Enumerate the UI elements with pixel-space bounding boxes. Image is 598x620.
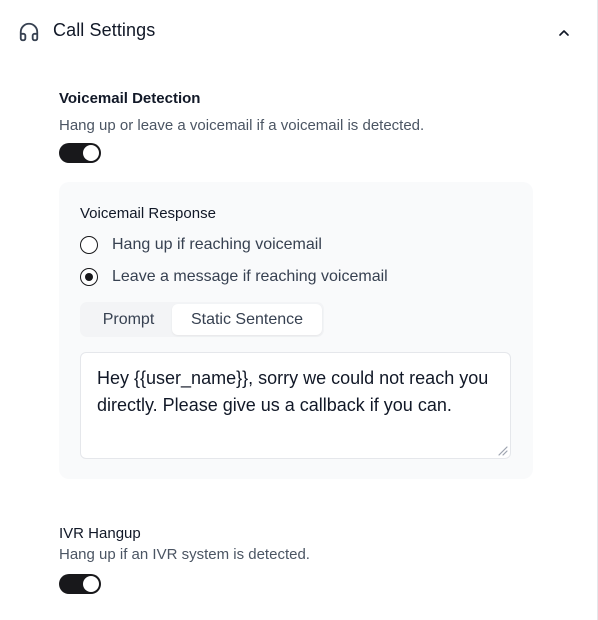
voicemail-detection-description: Hang up or leave a voicemail if a voicem…: [59, 117, 425, 134]
call-settings-header[interactable]: Call Settings: [0, 0, 597, 64]
ivr-hangup-description: Hang up if an IVR system is detected.: [59, 546, 310, 563]
tab-static-sentence[interactable]: Static Sentence: [172, 304, 322, 335]
radio-label-leave-message: Leave a message if reaching voicemail: [112, 268, 388, 285]
voicemail-detection-title: Voicemail Detection: [59, 90, 201, 107]
radio-selected-dot: [84, 272, 93, 281]
radio-button-selected[interactable]: [80, 268, 98, 286]
voicemail-response-card: Voicemail Response Hang up if reaching v…: [59, 182, 533, 479]
voicemail-response-title: Voicemail Response: [80, 205, 216, 222]
radio-label-hang-up: Hang up if reaching voicemail: [112, 236, 322, 253]
voicemail-message-textarea[interactable]: Hey {{user_name}}, sorry we could not re…: [80, 352, 511, 459]
ivr-hangup-toggle[interactable]: [59, 574, 101, 594]
resize-handle-icon[interactable]: [496, 444, 508, 456]
message-mode-tabs: Prompt Static Sentence: [80, 302, 324, 337]
tab-prompt[interactable]: Prompt: [86, 304, 171, 335]
voicemail-message-text[interactable]: Hey {{user_name}}, sorry we could not re…: [97, 365, 497, 418]
toggle-knob: [83, 145, 99, 161]
chevron-up-icon[interactable]: [556, 25, 572, 41]
voicemail-detection-toggle[interactable]: [59, 143, 101, 163]
radio-button-unselected[interactable]: [80, 236, 98, 254]
headphones-icon: [19, 22, 39, 42]
section-header-title: Call Settings: [53, 20, 156, 40]
ivr-hangup-title: IVR Hangup: [59, 525, 141, 542]
toggle-knob: [83, 576, 99, 592]
